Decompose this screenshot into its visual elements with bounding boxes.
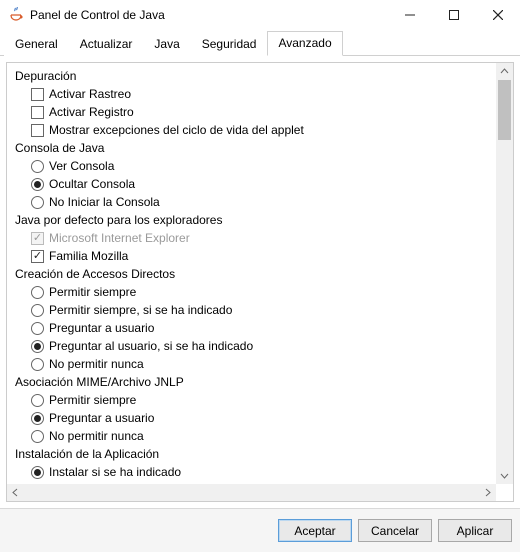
opt-label: Activar Rastreo xyxy=(49,86,131,102)
radio-icon xyxy=(31,430,44,443)
group-accesos: Creación de Accesos Directos xyxy=(9,265,494,283)
opt-accesos-nunca[interactable]: No permitir nunca xyxy=(9,355,494,373)
scroll-down-icon[interactable] xyxy=(496,467,513,484)
opt-label: Mostrar excepciones del ciclo de vida de… xyxy=(49,122,304,138)
opt-ie: Microsoft Internet Explorer xyxy=(9,229,494,247)
group-jnlp: Asociación MIME/Archivo JNLP xyxy=(9,373,494,391)
accept-button[interactable]: Aceptar xyxy=(278,519,352,542)
horizontal-scrollbar[interactable] xyxy=(7,484,496,501)
group-instalacion: Instalación de la Aplicación xyxy=(9,445,494,463)
opt-rastreo[interactable]: Activar Rastreo xyxy=(9,85,494,103)
opt-label: Permitir siempre, si se ha indicado xyxy=(49,302,232,318)
opt-label: Microsoft Internet Explorer xyxy=(49,230,190,246)
opt-jnlp-preguntar[interactable]: Preguntar a usuario xyxy=(9,409,494,427)
tab-seguridad[interactable]: Seguridad xyxy=(191,32,268,56)
radio-icon xyxy=(31,286,44,299)
opt-label: Permitir siempre xyxy=(49,392,136,408)
maximize-button[interactable] xyxy=(432,0,476,30)
opt-label: Permitir siempre xyxy=(49,284,136,300)
dialog-footer: Aceptar Cancelar Aplicar xyxy=(0,508,520,552)
opt-accesos-preguntar[interactable]: Preguntar a usuario xyxy=(9,319,494,337)
opt-label: Preguntar al usuario, si se ha indicado xyxy=(49,338,253,354)
scroll-right-icon[interactable] xyxy=(479,484,496,501)
titlebar: Panel de Control de Java xyxy=(0,0,520,30)
opt-accesos-siempre-ind[interactable]: Permitir siempre, si se ha indicado xyxy=(9,301,494,319)
scroll-up-icon[interactable] xyxy=(496,63,513,80)
scroll-left-icon[interactable] xyxy=(7,484,24,501)
apply-button[interactable]: Aplicar xyxy=(438,519,512,542)
opt-registro[interactable]: Activar Registro xyxy=(9,103,494,121)
scroll-thumb[interactable] xyxy=(498,80,511,140)
opt-accesos-preguntar-ind[interactable]: Preguntar al usuario, si se ha indicado xyxy=(9,337,494,355)
radio-icon xyxy=(31,412,44,425)
minimize-button[interactable] xyxy=(388,0,432,30)
radio-icon xyxy=(31,160,44,173)
opt-label: No permitir nunca xyxy=(49,356,144,372)
content-area: Depuración Activar Rastreo Activar Regis… xyxy=(0,56,520,508)
opt-ocultar-consola[interactable]: Ocultar Consola xyxy=(9,175,494,193)
radio-icon xyxy=(31,178,44,191)
opt-label: Ver Consola xyxy=(49,158,114,174)
radio-icon xyxy=(31,196,44,209)
opt-ver-consola[interactable]: Ver Consola xyxy=(9,157,494,175)
opt-label: Activar Registro xyxy=(49,104,134,120)
tab-actualizar[interactable]: Actualizar xyxy=(69,32,144,56)
radio-icon xyxy=(31,394,44,407)
opt-excepciones[interactable]: Mostrar excepciones del ciclo de vida de… xyxy=(9,121,494,139)
opt-label: No permitir nunca xyxy=(49,428,144,444)
group-exploradores: Java por defecto para los exploradores xyxy=(9,211,494,229)
checkbox-icon xyxy=(31,124,44,137)
opt-label: No Iniciar la Consola xyxy=(49,194,160,210)
opt-label: Ocultar Consola xyxy=(49,176,135,192)
opt-noiniciar-consola[interactable]: No Iniciar la Consola xyxy=(9,193,494,211)
close-button[interactable] xyxy=(476,0,520,30)
opt-mozilla[interactable]: Familia Mozilla xyxy=(9,247,494,265)
radio-icon xyxy=(31,340,44,353)
settings-pane: Depuración Activar Rastreo Activar Regis… xyxy=(6,62,514,502)
checkbox-icon xyxy=(31,88,44,101)
checkbox-icon xyxy=(31,106,44,119)
window-title: Panel de Control de Java xyxy=(30,8,388,22)
radio-icon xyxy=(31,322,44,335)
java-icon xyxy=(8,7,24,23)
checkbox-icon xyxy=(31,250,44,263)
opt-jnlp-siempre[interactable]: Permitir siempre xyxy=(9,391,494,409)
tab-avanzado[interactable]: Avanzado xyxy=(267,31,342,56)
radio-icon xyxy=(31,358,44,371)
opt-label: Preguntar a usuario xyxy=(49,410,154,426)
opt-label: Familia Mozilla xyxy=(49,248,128,264)
radio-icon xyxy=(31,466,44,479)
group-consola: Consola de Java xyxy=(9,139,494,157)
opt-label: Preguntar a usuario xyxy=(49,320,154,336)
tab-java[interactable]: Java xyxy=(143,32,190,56)
settings-tree: Depuración Activar Rastreo Activar Regis… xyxy=(7,63,496,484)
tab-general[interactable]: General xyxy=(4,32,69,56)
vertical-scrollbar[interactable] xyxy=(496,63,513,484)
opt-inst-ind[interactable]: Instalar si se ha indicado xyxy=(9,463,494,481)
tab-bar: General Actualizar Java Seguridad Avanza… xyxy=(0,30,520,56)
opt-accesos-siempre[interactable]: Permitir siempre xyxy=(9,283,494,301)
radio-icon xyxy=(31,304,44,317)
opt-label: Instalar si se ha indicado xyxy=(49,464,181,480)
cancel-button[interactable]: Cancelar xyxy=(358,519,432,542)
checkbox-icon xyxy=(31,232,44,245)
group-depuracion: Depuración xyxy=(9,67,494,85)
opt-jnlp-nunca[interactable]: No permitir nunca xyxy=(9,427,494,445)
